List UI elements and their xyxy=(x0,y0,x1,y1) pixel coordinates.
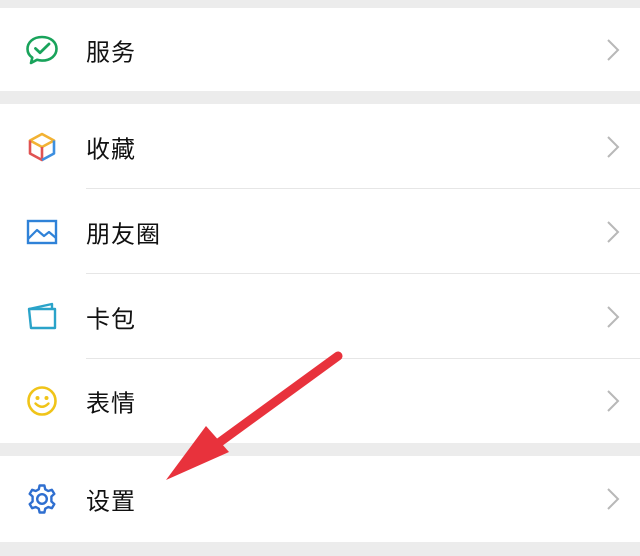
chevron-right-icon xyxy=(606,487,620,511)
menu-item-settings[interactable]: 设置 xyxy=(0,456,640,542)
cube-icon xyxy=(24,129,60,165)
card-wallet-icon xyxy=(24,299,60,335)
menu-item-settings-label: 设置 xyxy=(86,487,136,516)
menu-item-services-label: 服务 xyxy=(86,38,136,66)
settings-group: 设置 xyxy=(0,456,640,542)
smiley-icon xyxy=(24,383,60,419)
menu-item-moments[interactable]: 朋友圈 xyxy=(0,189,640,274)
chevron-right-icon xyxy=(606,389,620,413)
chevron-right-icon xyxy=(606,135,620,159)
menu-item-favorites-label: 收藏 xyxy=(86,135,136,163)
menu-item-cards[interactable]: 卡包 xyxy=(0,274,640,359)
menu-item-favorites[interactable]: 收藏 xyxy=(0,104,640,189)
features-group: 收藏 朋友圈 卡包 表情 xyxy=(0,104,640,443)
picture-icon xyxy=(24,214,60,250)
chevron-right-icon xyxy=(606,305,620,329)
chevron-right-icon xyxy=(606,220,620,244)
chevron-right-icon xyxy=(606,38,620,62)
menu-item-moments-label: 朋友圈 xyxy=(86,220,161,248)
menu-item-services[interactable]: 服务 xyxy=(0,8,640,91)
menu-item-cards-label: 卡包 xyxy=(86,305,136,333)
menu-item-stickers-label: 表情 xyxy=(86,389,136,418)
gear-icon xyxy=(24,481,60,517)
services-group: 服务 xyxy=(0,8,640,91)
menu-item-stickers[interactable]: 表情 xyxy=(0,359,640,443)
wechat-pay-check-icon xyxy=(24,32,60,68)
